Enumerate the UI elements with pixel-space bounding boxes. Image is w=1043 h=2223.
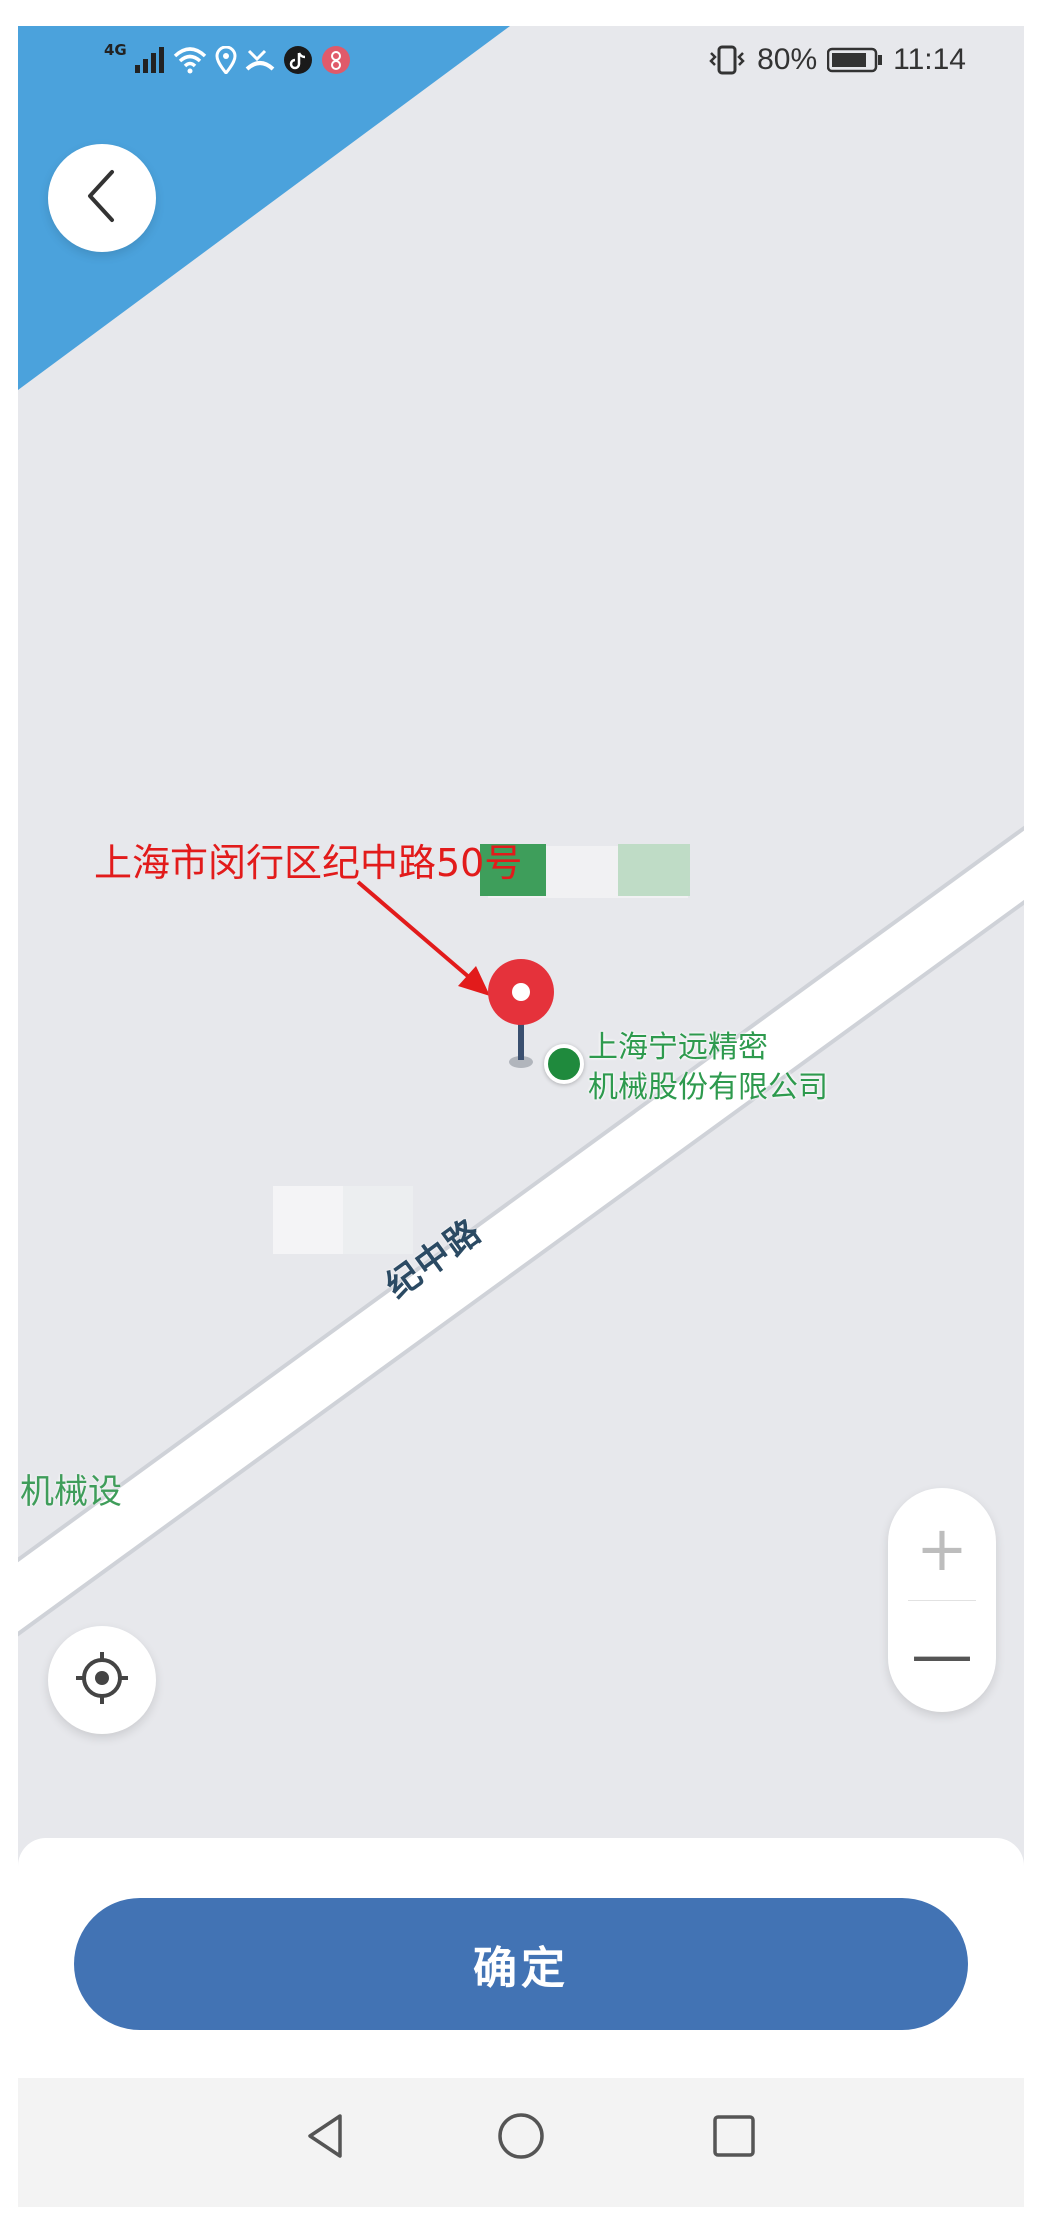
map-building — [273, 1186, 343, 1254]
map-building — [618, 844, 690, 896]
battery-percent: 80% — [757, 43, 818, 76]
poi-label[interactable]: 上海宁远精密 机械股份有限公司 — [588, 1028, 828, 1108]
phone-screen: 上海市闵行区纪中路50号 上海宁远精密 机械股份有限公司 纪中路 机械设 4G — [18, 26, 1024, 2207]
tiktok-icon — [283, 45, 313, 75]
nav-home-button[interactable] — [491, 2108, 551, 2168]
bottom-panel: 确定 — [18, 1838, 1024, 2078]
address-annotation: 上海市闵行区纪中路50号 — [94, 841, 523, 885]
status-right: 80% 11:14 — [707, 40, 966, 80]
poi-name-line2: 机械股份有限公司 — [588, 1070, 828, 1105]
signal-icon — [134, 47, 165, 73]
back-button[interactable] — [48, 144, 156, 252]
system-nav-bar — [18, 2078, 1024, 2207]
confirm-button[interactable]: 确定 — [74, 1898, 968, 2030]
network-type: 4G — [104, 41, 127, 59]
status-bar: 4G 80% 11:14 — [18, 26, 1024, 98]
location-status-icon — [215, 46, 237, 74]
status-left: 4G — [104, 40, 351, 80]
app-notification-icon — [321, 45, 351, 75]
locate-button[interactable] — [48, 1626, 156, 1734]
map-building — [343, 1186, 413, 1254]
nav-home-icon — [496, 2111, 546, 2165]
map-view[interactable]: 上海市闵行区纪中路50号 上海宁远精密 机械股份有限公司 纪中路 机械设 — [18, 26, 1024, 1926]
nav-recents-button[interactable] — [704, 2108, 764, 2168]
nav-back-icon — [304, 2112, 348, 2164]
clock: 11:14 — [893, 43, 966, 76]
location-pin-icon — [486, 956, 556, 1066]
battery-icon — [827, 47, 883, 73]
zoom-control: + — — [888, 1488, 996, 1712]
annotation-arrow — [356, 880, 472, 980]
wifi-icon — [173, 46, 207, 74]
missed-call-icon — [245, 47, 275, 73]
map-edge-label: 机械设 — [20, 1472, 122, 1512]
poi-name-line1: 上海宁远精密 — [588, 1030, 768, 1065]
road-jizhong — [18, 830, 1024, 1632]
vibrate-icon — [707, 45, 747, 75]
nav-back-button[interactable] — [296, 2108, 356, 2168]
poi-marker[interactable] — [544, 1044, 584, 1084]
zoom-out-button[interactable]: — — [888, 1600, 996, 1708]
locate-crosshair-icon — [74, 1650, 130, 1710]
zoom-in-button[interactable]: + — [888, 1494, 996, 1602]
back-chevron-icon — [82, 168, 122, 228]
nav-recents-icon — [711, 2113, 757, 2163]
